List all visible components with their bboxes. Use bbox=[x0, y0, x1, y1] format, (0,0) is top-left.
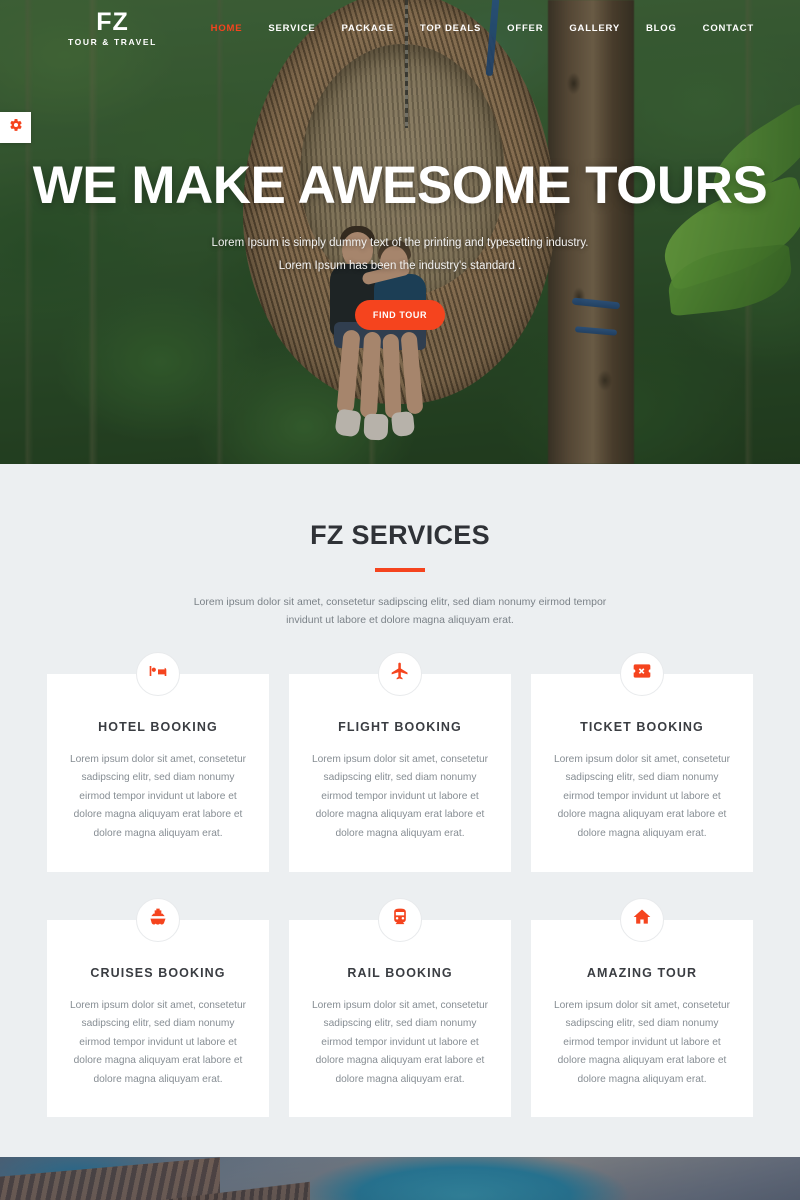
service-icon-wrapper bbox=[136, 651, 180, 696]
service-card-text: Lorem ipsum dolor sit amet, consetetur s… bbox=[311, 753, 489, 839]
services-description: Lorem ipsum dolor sit amet, consetetur s… bbox=[193, 596, 607, 627]
service-icon-wrapper bbox=[620, 897, 664, 942]
service-card-amazing-tour[interactable]: AMAZING TOUR Lorem ipsum dolor sit amet,… bbox=[531, 897, 753, 1118]
services-section: FZ SERVICES Lorem ipsum dolor sit amet, … bbox=[0, 464, 800, 1118]
bed-icon bbox=[148, 661, 168, 686]
nav-item-service[interactable]: SERVICE bbox=[268, 23, 315, 34]
service-card-title: FLIGHT BOOKING bbox=[338, 719, 462, 734]
service-card-flight-booking[interactable]: FLIGHT BOOKING Lorem ipsum dolor sit ame… bbox=[289, 651, 511, 872]
service-icon-wrapper bbox=[378, 897, 422, 942]
home-icon bbox=[632, 907, 652, 932]
nav-item-blog[interactable]: BLOG bbox=[646, 23, 677, 34]
service-card-text: Lorem ipsum dolor sit amet, consetetur s… bbox=[69, 753, 247, 839]
service-card-title: TICKET BOOKING bbox=[580, 719, 704, 734]
service-card-ticket-booking[interactable]: TICKET BOOKING Lorem ipsum dolor sit ame… bbox=[531, 651, 753, 872]
nav-item-offer[interactable]: OFFER bbox=[507, 23, 543, 34]
hero-subtitle-line-2: Lorem Ipsum has been the industry's stan… bbox=[278, 259, 522, 272]
service-card-title: AMAZING TOUR bbox=[586, 965, 698, 980]
title-underline bbox=[375, 568, 425, 572]
site-logo[interactable]: FZ TOUR & TRAVEL bbox=[68, 7, 157, 47]
services-title: FZ SERVICES bbox=[310, 520, 490, 550]
nav-item-contact[interactable]: CONTACT bbox=[703, 23, 754, 34]
service-icon-wrapper bbox=[378, 651, 422, 696]
service-icon-wrapper bbox=[136, 897, 180, 942]
why-choose-us-section: WHY CHOOSE US bbox=[0, 1157, 800, 1200]
service-card-text: Lorem ipsum dolor sit amet, consetetur s… bbox=[311, 999, 489, 1085]
nav-item-home[interactable]: HOME bbox=[211, 23, 243, 34]
service-card-rail-booking[interactable]: RAIL BOOKING Lorem ipsum dolor sit amet,… bbox=[289, 897, 511, 1118]
hero-title: WE MAKE AWESOME TOURS bbox=[32, 155, 768, 215]
service-card-title: HOTEL BOOKING bbox=[98, 719, 218, 734]
train-icon bbox=[390, 907, 410, 932]
airplane-icon bbox=[390, 661, 410, 686]
hero-section: FZ TOUR & TRAVEL HOME SERVICE PACKAGE TO… bbox=[0, 0, 800, 464]
gear-icon bbox=[9, 118, 23, 137]
nav-item-package[interactable]: PACKAGE bbox=[342, 23, 394, 34]
find-tour-button[interactable]: FIND TOUR bbox=[355, 299, 445, 330]
site-header: FZ TOUR & TRAVEL HOME SERVICE PACKAGE TO… bbox=[0, 0, 800, 56]
logo-tagline: TOUR & TRAVEL bbox=[68, 36, 157, 47]
settings-toggle-button[interactable] bbox=[0, 112, 31, 143]
service-card-title: RAIL BOOKING bbox=[347, 965, 453, 980]
ticket-icon bbox=[632, 661, 652, 686]
service-card-text: Lorem ipsum dolor sit amet, consetetur s… bbox=[69, 999, 247, 1085]
nav-item-gallery[interactable]: GALLERY bbox=[569, 23, 620, 34]
service-card-text: Lorem ipsum dolor sit amet, consetetur s… bbox=[553, 753, 731, 839]
service-card-text: Lorem ipsum dolor sit amet, consetetur s… bbox=[553, 999, 731, 1085]
nav-item-top-deals[interactable]: TOP DEALS bbox=[420, 23, 481, 34]
logo-mark: FZ bbox=[96, 7, 129, 36]
services-grid: HOTEL BOOKING Lorem ipsum dolor sit amet… bbox=[47, 651, 753, 1118]
hero-subtitle-line-1: Lorem Ipsum is simply dummy text of the … bbox=[211, 236, 589, 249]
service-card-cruises-booking[interactable]: CRUISES BOOKING Lorem ipsum dolor sit am… bbox=[47, 897, 269, 1118]
service-icon-wrapper bbox=[620, 651, 664, 696]
ship-icon bbox=[148, 907, 168, 932]
service-card-hotel-booking[interactable]: HOTEL BOOKING Lorem ipsum dolor sit amet… bbox=[47, 651, 269, 872]
why-overlay bbox=[0, 1157, 800, 1200]
hero-subtitle: Lorem Ipsum is simply dummy text of the … bbox=[212, 232, 589, 278]
service-card-title: CRUISES BOOKING bbox=[90, 965, 226, 980]
hero-content: WE MAKE AWESOME TOURS Lorem Ipsum is sim… bbox=[0, 0, 800, 464]
main-navigation: HOME SERVICE PACKAGE TOP DEALS OFFER GAL… bbox=[211, 23, 754, 34]
